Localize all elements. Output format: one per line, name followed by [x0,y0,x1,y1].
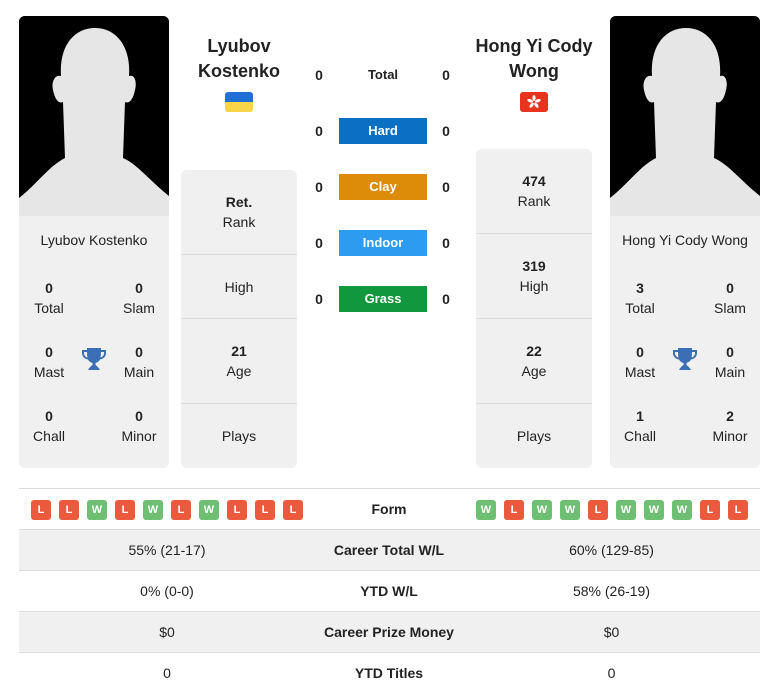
form-badge-win: W [616,500,636,520]
ytd-wl-label: YTD W/L [360,583,418,599]
player1-plays-cell: Plays [221,428,257,444]
player2-career-wl: 60% (129-85) [569,542,654,558]
form-badge-win: W [476,500,496,520]
hong-kong-flag-icon [520,92,548,112]
h2h-clay-row: 0 Clay 0 [305,174,465,200]
player1-age-cell: 21 Age [181,319,297,404]
form-badge-loss: L [59,500,79,520]
ytd-titles-label: YTD Titles [354,665,424,681]
player2-name-heading[interactable]: Hong Yi Cody Wong [469,34,599,84]
surface-hard-badge[interactable]: Hard [339,118,427,144]
player2-form: W L W W L W W W L L [476,500,748,520]
form-badge-loss: L [700,500,720,520]
player2-prize-money: $0 [603,624,620,640]
player1-form: L L W L W L W L L L [31,500,303,520]
form-badge-win: W [143,500,163,520]
career-wl-label: Career Total W/L [333,542,445,558]
player1-career-wl: 55% (21-17) [128,542,206,558]
form-badge-win: W [560,500,580,520]
h2h-indoor-row: 0 Indoor 0 [305,230,465,256]
player1-ytd-titles: 0 [163,665,171,681]
trophy-icon [673,348,697,370]
player2-plays-cell: Plays [516,428,552,444]
h2h-hard-p1: 0 [315,123,323,139]
player1-stat-total: 0 Total [34,280,64,316]
h2h-indoor-p1: 0 [315,235,323,251]
player1-card-name: Lyubov Kostenko [40,232,148,248]
surface-grass-badge[interactable]: Grass [339,286,427,312]
player1-stat-mast: 0 Mast [33,344,65,380]
surface-indoor-badge[interactable]: Indoor [339,230,427,256]
player1-info-column: Ret. Rank High 21 Age Plays [181,170,297,468]
comparison-table: L L W L W L W L L L Form W L W W L W W W… [19,488,760,693]
player2-rank-cell: 474 Rank [476,149,592,234]
h2h-total-p2: 0 [442,67,450,83]
form-badge-loss: L [255,500,275,520]
silhouette-icon [610,16,760,216]
table-row: 55% (21-17) Career Total W/L 60% (129-85… [19,529,760,570]
form-badge-win: W [532,500,552,520]
player1-rank-cell: Ret. Rank [181,170,297,255]
player2-stat-minor: 2 Minor [712,408,748,444]
form-badge-win: W [672,500,692,520]
player2-ytd-titles: 0 [607,665,616,681]
player2-card-name: Hong Yi Cody Wong [622,232,748,248]
h2h-grass-p1: 0 [315,291,323,307]
bauhinia-icon [527,95,541,108]
form-badge-loss: L [31,500,51,520]
player1-name-heading[interactable]: Lyubov Kostenko [174,34,304,84]
surface-clay-badge[interactable]: Clay [339,174,427,200]
h2h-clay-p2: 0 [442,179,450,195]
prize-money-label: Career Prize Money [324,624,454,640]
form-badge-loss: L [171,500,191,520]
form-badge-loss: L [504,500,524,520]
form-label: Form [371,501,407,517]
form-badge-loss: L [728,500,748,520]
player1-card: Lyubov Kostenko 0 Total 0 Slam 0 Mast 0 … [19,16,169,468]
form-badge-win: W [199,500,219,520]
player1-ytd-wl: 0% (0-0) [140,583,194,599]
player1-stat-main: 0 Main [123,344,155,380]
table-row: 0 YTD Titles 0 [19,652,760,693]
player2-stat-chall: 1 Chall [624,408,656,444]
player2-ytd-wl: 58% (26-19) [572,583,651,599]
silhouette-icon [19,16,169,216]
h2h-grass-row: 0 Grass 0 [305,286,465,312]
h2h-hard-p2: 0 [442,123,450,139]
trophy-icon [82,348,106,370]
player2-stat-main: 0 Main [714,344,746,380]
h2h-total-row: 0 Total 0 [305,62,465,88]
player1-prize-money: $0 [159,624,175,640]
player1-photo [19,16,169,216]
h2h-hard-row: 0 Hard 0 [305,118,465,144]
player2-age-cell: 22 Age [476,319,592,404]
player2-info-column: 474 Rank 319 High 22 Age Plays [476,149,592,468]
form-row: L L W L W L W L L L Form W L W W L W W W… [19,488,760,529]
player1-stat-slam: 0 Slam [123,280,155,316]
table-row: $0 Career Prize Money $0 [19,611,760,652]
player2-photo [610,16,760,216]
form-badge-loss: L [115,500,135,520]
form-badge-loss: L [283,500,303,520]
player2-card: Hong Yi Cody Wong 3 Total 0 Slam 0 Mast … [610,16,760,468]
player2-high-cell: 319 High [476,234,592,319]
form-badge-loss: L [588,500,608,520]
form-badge-loss: L [227,500,247,520]
h2h-total-label: Total [367,67,399,82]
h2h-grass-p2: 0 [442,291,450,307]
player2-stat-total: 3 Total [625,280,655,316]
player1-high-cell: High [181,255,297,319]
form-badge-win: W [87,500,107,520]
table-row: 0% (0-0) YTD W/L 58% (26-19) [19,570,760,611]
player1-stat-chall: 0 Chall [33,408,65,444]
player2-stat-slam: 0 Slam [714,280,746,316]
h2h-total-p1: 0 [315,67,323,83]
form-badge-win: W [644,500,664,520]
player1-stat-minor: 0 Minor [121,408,157,444]
h2h-clay-p1: 0 [315,179,323,195]
ukraine-flag-icon [225,92,253,112]
h2h-indoor-p2: 0 [442,235,450,251]
player2-stat-mast: 0 Mast [624,344,656,380]
